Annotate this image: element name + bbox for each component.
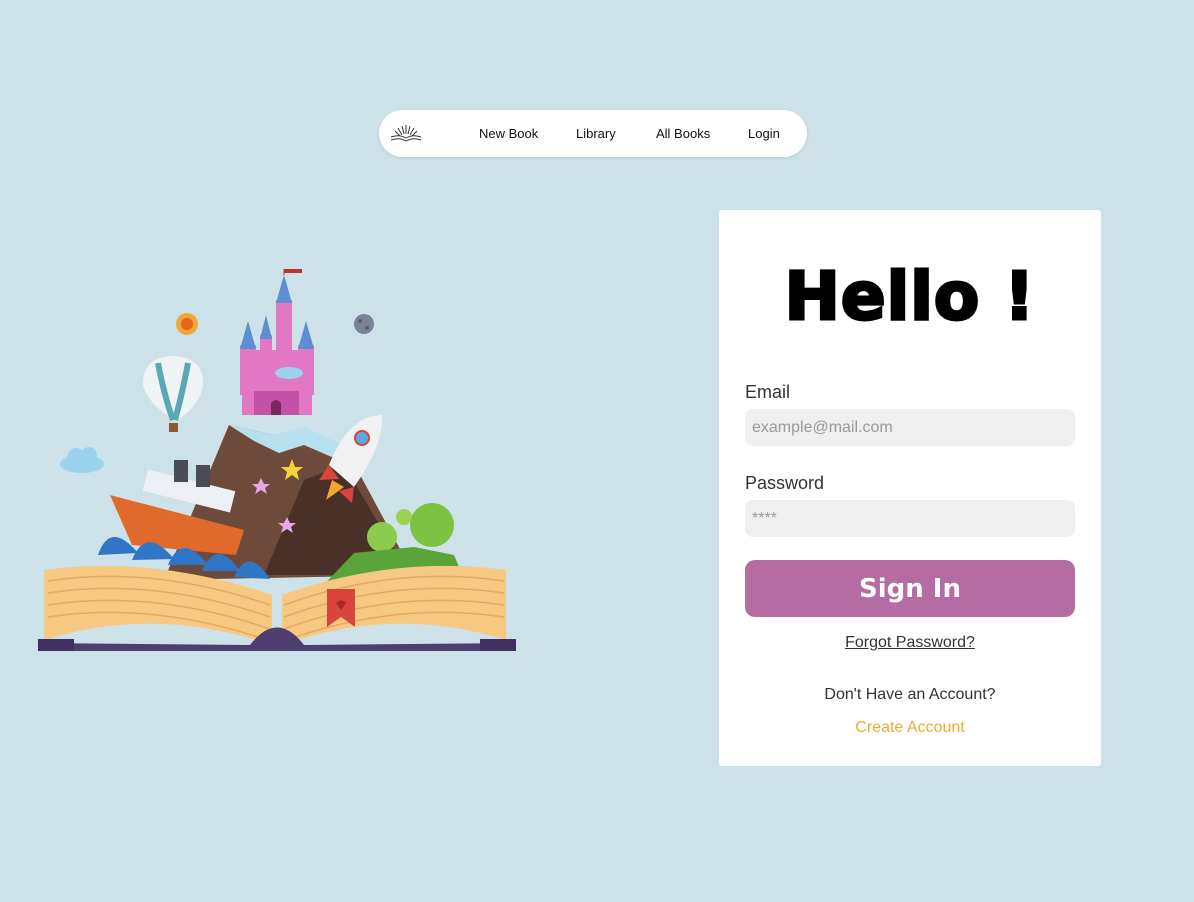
nav-item-new-book[interactable]: New Book — [479, 126, 538, 141]
email-label: Email — [745, 382, 791, 402]
email-input[interactable] — [745, 409, 1075, 446]
nav-item-library[interactable]: Library — [576, 126, 616, 141]
top-nav-bar: New Book Library All Books Login — [379, 110, 807, 157]
password-label: Password — [745, 473, 825, 493]
open-book-sunrise-logo-icon[interactable] — [389, 121, 423, 145]
nav-item-all-books[interactable]: All Books — [656, 126, 710, 141]
forgot-password-link[interactable]: Forgot Password? — [719, 634, 1101, 652]
nav-item-login[interactable]: Login — [748, 126, 780, 141]
sign-in-button[interactable]: Sign In — [745, 560, 1075, 617]
create-account-link[interactable]: Create Account — [719, 719, 1101, 737]
login-card: Hello ! Email Password Sign In Forgot Pa… — [719, 210, 1101, 766]
no-account-text: Don't Have an Account? — [824, 686, 996, 703]
password-input[interactable] — [745, 500, 1075, 537]
open-book-fantasy-illustration — [38, 269, 516, 651]
greeting-heading: Hello ! — [783, 257, 1036, 337]
